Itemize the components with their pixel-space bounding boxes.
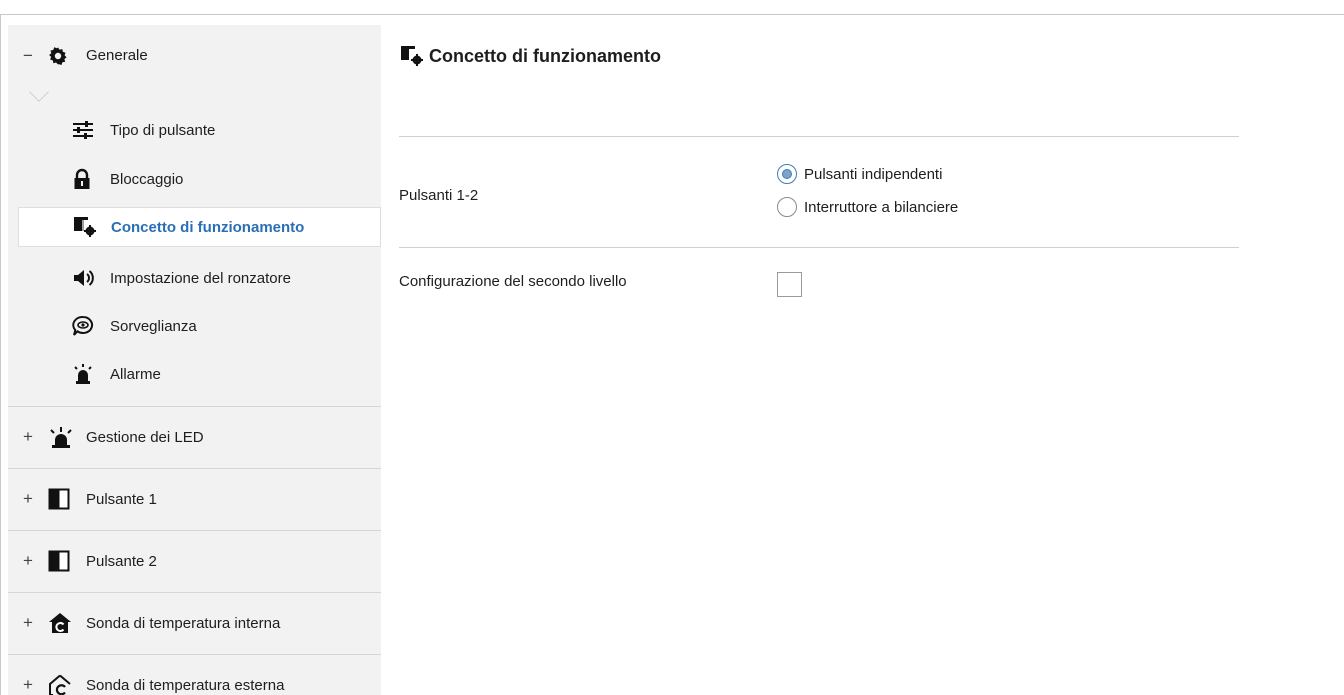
secondo-livello-checkbox[interactable]: [777, 272, 802, 297]
sidebar-item-label: Concetto di funzionamento: [111, 218, 305, 236]
radio-circle[interactable]: [777, 197, 797, 217]
sidebar-group-label: Generale: [86, 47, 148, 64]
lock-icon: [72, 168, 110, 190]
divider: [399, 136, 1239, 137]
main-panel: Concetto di funzionamento Pulsanti 1-2 P…: [381, 15, 1344, 695]
expand-toggle[interactable]: +: [8, 427, 48, 447]
sidebar-group-gestione-led[interactable]: + Gestione dei LED: [8, 406, 381, 467]
sidebar-item-allarme[interactable]: Allarme: [8, 354, 381, 394]
radio-pulsanti-indipendenti[interactable]: Pulsanti indipendenti: [777, 164, 942, 184]
house-temp-outline-icon: [48, 674, 86, 695]
page-title-text: Concetto di funzionamento: [429, 45, 661, 66]
sidebar-item-label: Impostazione del ronzatore: [110, 269, 291, 287]
button-half-icon: [48, 550, 86, 572]
alarm-bell-icon: [72, 363, 110, 385]
radio-label: Pulsanti indipendenti: [804, 165, 943, 183]
sidebar-group-generale[interactable]: − Generale: [8, 25, 381, 86]
sidebar-item-sorveglianza[interactable]: Sorveglianza: [8, 306, 381, 346]
sidebar-item-concetto-di-funzionamento[interactable]: Concetto di funzionamento: [18, 207, 381, 247]
concept-gear-icon: [399, 45, 425, 67]
divider: [399, 247, 1239, 248]
house-temp-icon: [48, 612, 86, 634]
sidebar-group-label: Pulsante 1: [86, 490, 157, 508]
sidebar-item-label: Allarme: [110, 365, 161, 383]
button-half-icon: [48, 488, 86, 510]
sidebar-item-bloccaggio[interactable]: Bloccaggio: [8, 159, 381, 199]
secondo-livello-label: Configurazione del secondo livello: [399, 273, 627, 290]
pulsanti-label: Pulsanti 1-2: [399, 187, 479, 204]
sliders-icon: [72, 120, 110, 140]
sidebar-group-sonda-esterna[interactable]: + Sonda di temperatura esterna: [8, 654, 381, 695]
sidebar-group-label: Gestione dei LED: [86, 428, 204, 446]
speaker-icon: [72, 268, 110, 288]
sidebar-group-label: Sonda di temperatura interna: [86, 614, 281, 632]
collapse-toggle[interactable]: −: [8, 46, 48, 66]
expand-toggle[interactable]: +: [8, 675, 48, 695]
sidebar-group-sonda-interna[interactable]: + Sonda di temperatura interna: [8, 592, 381, 653]
gear-icon: [48, 46, 86, 66]
sidebar-item-tipo-di-pulsante[interactable]: Tipo di pulsante: [8, 110, 381, 150]
radio-circle[interactable]: [777, 164, 797, 184]
sidebar-group-pulsante-2[interactable]: + Pulsante 2: [8, 530, 381, 591]
sidebar-item-label: Sorveglianza: [110, 317, 197, 335]
expand-toggle[interactable]: +: [8, 489, 48, 509]
sidebar-item-label: Bloccaggio: [110, 170, 184, 188]
radio-label: Interruttore a bilanciere: [804, 198, 959, 216]
sidebar-item-label: Tipo di pulsante: [110, 121, 216, 139]
sidebar-group-label: Sonda di temperatura esterna: [86, 676, 285, 694]
sidebar-group-label: Pulsante 2: [86, 552, 157, 570]
expand-toggle[interactable]: +: [8, 613, 48, 633]
expand-toggle[interactable]: +: [8, 551, 48, 571]
page-title: Concetto di funzionamento: [399, 45, 661, 67]
sidebar: − Generale Tipo di pulsante Bloccaggio C…: [8, 25, 381, 695]
sidebar-item-impostazione-ronzatore[interactable]: Impostazione del ronzatore: [8, 258, 381, 298]
window-frame: − Generale Tipo di pulsante Bloccaggio C…: [0, 14, 1344, 695]
sidebar-group-pulsante-1[interactable]: + Pulsante 1: [8, 468, 381, 529]
eye-bubble-icon: [72, 315, 110, 337]
led-icon: [48, 426, 86, 448]
concept-gear-icon: [73, 216, 111, 238]
radio-interruttore-bilanciere[interactable]: Interruttore a bilanciere: [777, 197, 958, 217]
